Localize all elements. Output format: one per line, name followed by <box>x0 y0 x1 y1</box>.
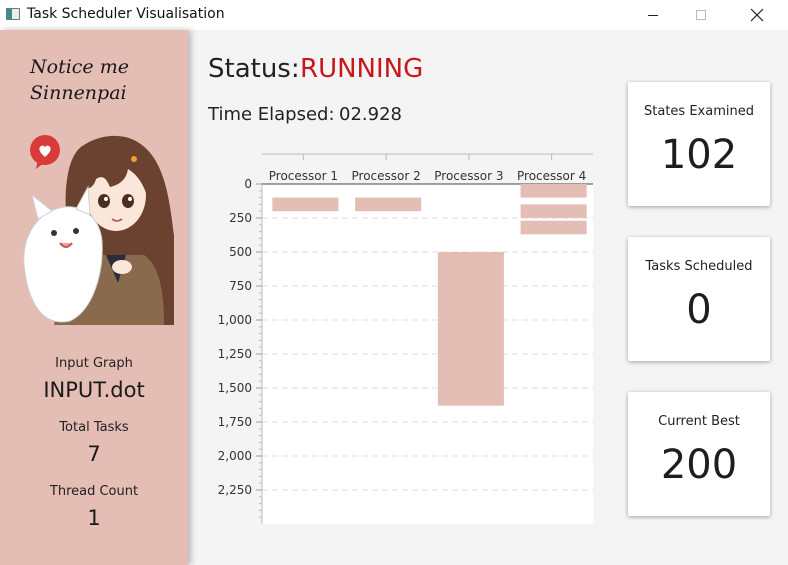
task-bar <box>355 197 422 212</box>
status-value: RUNNING <box>300 54 424 84</box>
value-tick-label: 1,750 <box>218 415 252 429</box>
time-elapsed-value: 02.928 <box>339 104 402 125</box>
states-examined-value: 102 <box>660 132 738 178</box>
category-label: Processor 4 <box>517 169 586 183</box>
maximize-button[interactable] <box>678 0 724 30</box>
tagline: Notice me Sinnenpai <box>30 56 129 104</box>
value-tick-label: 750 <box>229 279 252 293</box>
task-bar <box>272 197 339 212</box>
task-bar <box>520 184 587 198</box>
task-bar <box>437 252 504 406</box>
current-best-value: 200 <box>660 442 738 488</box>
category-label: Processor 3 <box>434 169 503 183</box>
input-graph-label: Input Graph <box>55 356 133 371</box>
value-tick-label: 2,000 <box>218 449 252 463</box>
window-title: Task Scheduler Visualisation <box>27 6 225 22</box>
current-best-card: Current Best 200 <box>628 392 770 516</box>
close-icon <box>750 8 764 22</box>
title-bar: Task Scheduler Visualisation <box>0 0 788 30</box>
mascot-illustration <box>23 135 174 325</box>
schedule-chart: Processor 1 Processor 2 Processor 3 Process… <box>218 153 593 524</box>
category-label: Processor 1 <box>269 169 338 183</box>
states-examined-card: States Examined 102 <box>628 82 770 206</box>
app-icon <box>6 8 20 20</box>
close-button[interactable] <box>734 0 780 30</box>
thread-count-value: 1 <box>87 506 101 530</box>
tasks-scheduled-label: Tasks Scheduled <box>645 259 753 274</box>
category-label: Processor 2 <box>352 169 421 183</box>
current-best-label: Current Best <box>658 414 740 429</box>
task-bar <box>520 204 587 218</box>
thread-count-label: Thread Count <box>49 484 139 499</box>
states-examined-label: States Examined <box>644 104 754 119</box>
value-tick-label: 0 <box>244 177 252 191</box>
task-bar <box>520 220 587 235</box>
minimize-icon <box>648 14 658 16</box>
tasks-scheduled-value: 0 <box>686 287 712 333</box>
sidebar: Notice me Sinnenpai Input Graph INPUT.do… <box>0 30 188 565</box>
value-tick-label: 250 <box>229 211 252 225</box>
total-tasks-value: 7 <box>87 442 101 466</box>
value-tick-label: 1,250 <box>218 347 252 361</box>
status-label: Status: <box>208 54 300 84</box>
input-graph-value: INPUT.dot <box>43 378 145 402</box>
minimize-button[interactable] <box>630 0 676 30</box>
total-tasks-label: Total Tasks <box>59 420 129 435</box>
value-tick-label: 1,000 <box>218 313 252 327</box>
time-elapsed-label: Time Elapsed: <box>208 104 335 125</box>
value-tick-label: 500 <box>229 245 252 259</box>
heart-bubble-icon <box>30 135 60 169</box>
tasks-scheduled-card: Tasks Scheduled 0 <box>628 237 770 361</box>
maximize-icon <box>696 10 706 20</box>
value-tick-label: 1,500 <box>218 381 252 395</box>
value-tick-label: 2,250 <box>218 483 252 497</box>
